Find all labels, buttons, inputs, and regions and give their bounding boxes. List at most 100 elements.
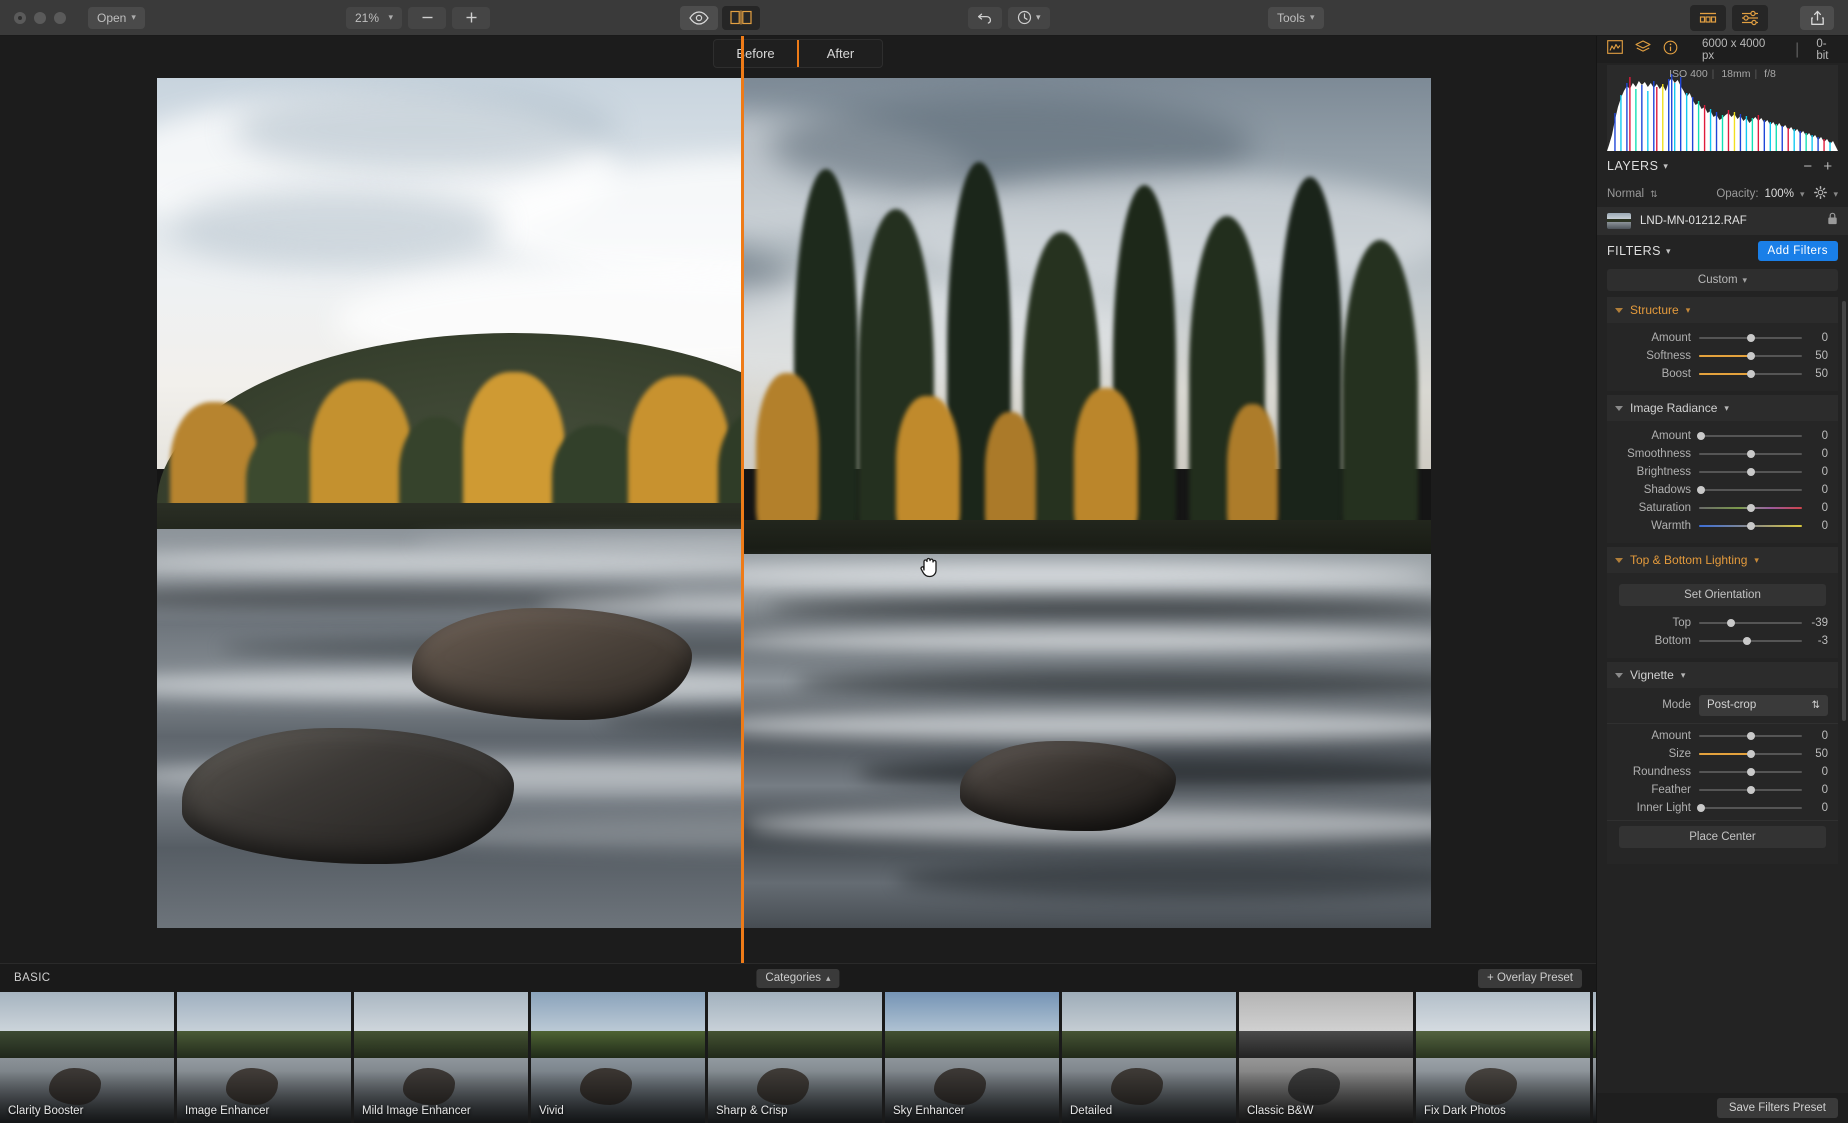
add-layer-button[interactable]: + (1818, 156, 1838, 176)
slider-row[interactable]: Boost 50 (1607, 365, 1838, 383)
share-export-button[interactable] (1800, 5, 1834, 30)
disclosure-triangle-icon[interactable] (1615, 672, 1623, 678)
filter-header-structure[interactable]: Structure ▾ (1607, 297, 1838, 323)
slider-track[interactable] (1697, 799, 1802, 817)
disclosure-triangle-icon[interactable] (1615, 557, 1623, 563)
tab-before[interactable]: Before (714, 40, 797, 67)
slider-row[interactable]: Roundness 0 (1607, 763, 1838, 781)
slider-track[interactable] (1699, 329, 1802, 347)
window-maximize-button[interactable] (54, 11, 66, 24)
history-button[interactable]: ▾ (1008, 6, 1050, 29)
preset-item[interactable]: Sky Enhancer (885, 992, 1059, 1123)
slider-row[interactable]: Feather 0 (1607, 781, 1838, 799)
lock-icon[interactable] (1827, 212, 1838, 230)
add-overlay-preset-button[interactable]: + Overlay Preset (1478, 968, 1582, 988)
remove-layer-button[interactable]: − (1798, 156, 1818, 176)
chevron-down-icon[interactable]: ▾ (1686, 305, 1691, 316)
slider-track[interactable] (1699, 463, 1802, 481)
slider-track[interactable] (1699, 763, 1802, 781)
set-orientation-button[interactable]: Set Orientation (1619, 584, 1826, 606)
preset-item[interactable]: Sharp & Crisp (708, 992, 882, 1123)
slider-row[interactable]: Amount 0 (1607, 727, 1838, 745)
preset-item[interactable]: Classic B&W (1239, 992, 1413, 1123)
zoom-out-button[interactable] (408, 6, 446, 29)
preset-item[interactable]: Image Enhancer (177, 992, 351, 1123)
before-after-divider-extended[interactable] (741, 36, 744, 963)
vignette-mode-dropdown[interactable]: Post-crop ⇅ (1699, 694, 1828, 716)
slider-track[interactable] (1697, 427, 1802, 445)
blend-mode-value[interactable]: Normal (1607, 188, 1644, 200)
preset-item[interactable]: Clarity Booster (0, 992, 174, 1123)
filter-header-image-radiance[interactable]: Image Radiance ▾ (1607, 395, 1838, 421)
slider-row[interactable]: Softness 50 (1607, 347, 1838, 365)
gear-icon[interactable] (1814, 186, 1828, 202)
photo-preview[interactable] (157, 78, 1431, 928)
zoom-in-button[interactable] (452, 6, 490, 29)
disclosure-triangle-icon[interactable] (1615, 405, 1623, 411)
slider-track[interactable] (1699, 614, 1802, 632)
adjustments-panel-button[interactable] (1732, 4, 1768, 31)
info-circle-icon[interactable] (1663, 40, 1678, 60)
tab-after[interactable]: After (799, 40, 882, 67)
slider-track[interactable] (1699, 745, 1802, 763)
slider-row[interactable]: Warmth 0 (1607, 517, 1838, 535)
save-filters-preset-button[interactable]: Save Filters Preset (1716, 1098, 1838, 1118)
layers-stack-icon[interactable] (1635, 40, 1651, 59)
layer-item[interactable]: LND-MN-01212.RAF (1597, 207, 1848, 235)
chevron-down-icon[interactable]: ▾ (1666, 246, 1671, 257)
slider-track[interactable] (1699, 632, 1802, 650)
slider-row[interactable]: Saturation 0 (1607, 499, 1838, 517)
window-minimize-button[interactable] (34, 11, 46, 24)
slider-track[interactable] (1699, 365, 1802, 383)
stepper-icon[interactable]: ⇅ (1650, 189, 1658, 200)
slider-row[interactable]: Size 50 (1607, 745, 1838, 763)
slider-row[interactable]: Amount 0 (1607, 427, 1838, 445)
slider-track[interactable] (1699, 781, 1802, 799)
slider-row[interactable]: Top -39 (1607, 614, 1838, 632)
filter-header-top-bottom-lighting[interactable]: Top & Bottom Lighting ▾ (1607, 547, 1838, 573)
opacity-value[interactable]: 100% (1765, 188, 1794, 200)
slider-row[interactable]: Shadows 0 (1607, 481, 1838, 499)
chevron-down-icon[interactable]: ▾ (1833, 189, 1838, 200)
tools-dropdown[interactable]: Tools ▾ (1268, 6, 1324, 29)
slider-track[interactable] (1699, 347, 1802, 365)
preset-item[interactable]: Mild Image Enhancer (354, 992, 528, 1123)
disclosure-triangle-icon[interactable] (1615, 307, 1623, 313)
chevron-down-icon[interactable]: ▾ (1800, 189, 1805, 200)
slider-track[interactable] (1699, 517, 1802, 535)
panel-scrollbar[interactable] (1842, 301, 1846, 721)
undo-button[interactable] (968, 6, 1002, 29)
slider-track[interactable] (1697, 481, 1802, 499)
preset-item[interactable]: Vivid (531, 992, 705, 1123)
preset-thumbnail-list[interactable]: Clarity Booster Image Enhancer Mild Imag… (0, 992, 1596, 1123)
image-canvas[interactable]: Before After (0, 36, 1596, 963)
slider-row[interactable]: Inner Light 0 (1607, 799, 1838, 817)
add-filters-button[interactable]: Add Filters (1757, 241, 1838, 261)
compare-split-button[interactable] (722, 5, 760, 30)
chevron-down-icon[interactable]: ▾ (1754, 555, 1759, 566)
filter-header-vignette[interactable]: Vignette ▾ (1607, 662, 1838, 688)
preset-item[interactable] (1593, 992, 1596, 1123)
presets-panel-button[interactable] (1690, 4, 1726, 31)
place-center-button[interactable]: Place Center (1619, 826, 1826, 848)
chevron-down-icon[interactable]: ▾ (1663, 161, 1668, 172)
slider-track[interactable] (1699, 499, 1802, 517)
preset-item[interactable]: Fix Dark Photos (1416, 992, 1590, 1123)
histogram-icon[interactable] (1607, 40, 1623, 59)
filters-scroll-area[interactable]: Structure ▾ Amount 0 Softness 50 Boost 5… (1597, 297, 1848, 1093)
window-close-button[interactable] (14, 11, 26, 24)
preview-eye-button[interactable] (680, 5, 718, 30)
preset-item[interactable]: Detailed (1062, 992, 1236, 1123)
categories-dropdown[interactable]: Categories ▴ (756, 968, 840, 988)
chevron-down-icon[interactable]: ▾ (1724, 403, 1729, 414)
open-button[interactable]: Open ▾ (88, 6, 145, 29)
slider-row[interactable]: Smoothness 0 (1607, 445, 1838, 463)
slider-row[interactable]: Bottom -3 (1607, 632, 1838, 650)
slider-row[interactable]: Brightness 0 (1607, 463, 1838, 481)
slider-row[interactable]: Amount 0 (1607, 329, 1838, 347)
chevron-down-icon[interactable]: ▾ (1681, 670, 1686, 681)
zoom-level-dropdown[interactable]: 21% ▾ (346, 6, 402, 29)
filter-preset-selector[interactable]: Custom ▾ (1607, 269, 1838, 291)
slider-track[interactable] (1699, 445, 1802, 463)
slider-track[interactable] (1699, 727, 1802, 745)
